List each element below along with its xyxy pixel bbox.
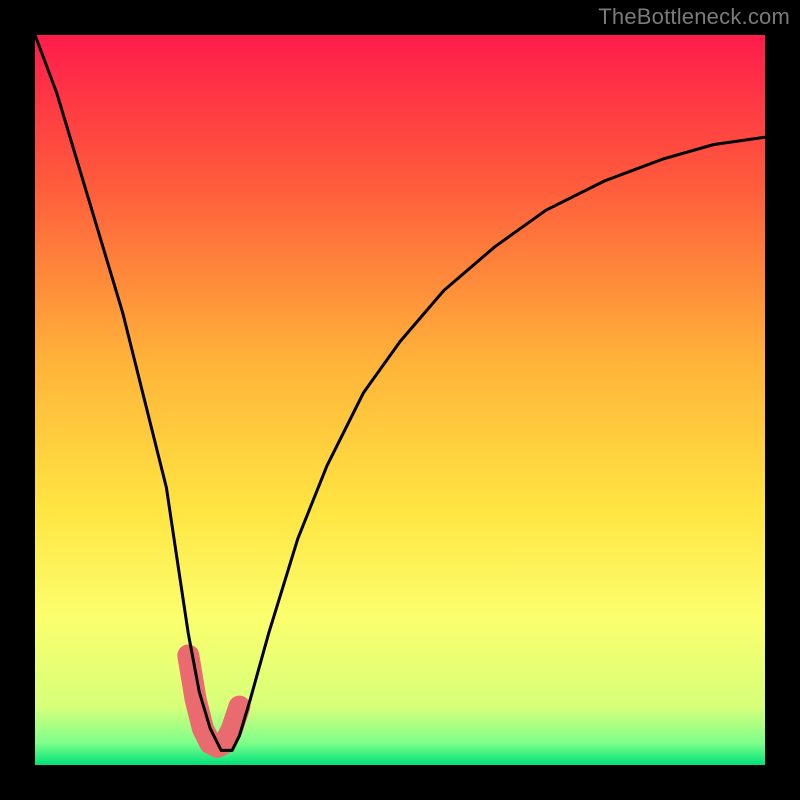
chart-stage: TheBottleneck.com — [0, 0, 800, 800]
bottleneck-chart — [0, 0, 800, 800]
